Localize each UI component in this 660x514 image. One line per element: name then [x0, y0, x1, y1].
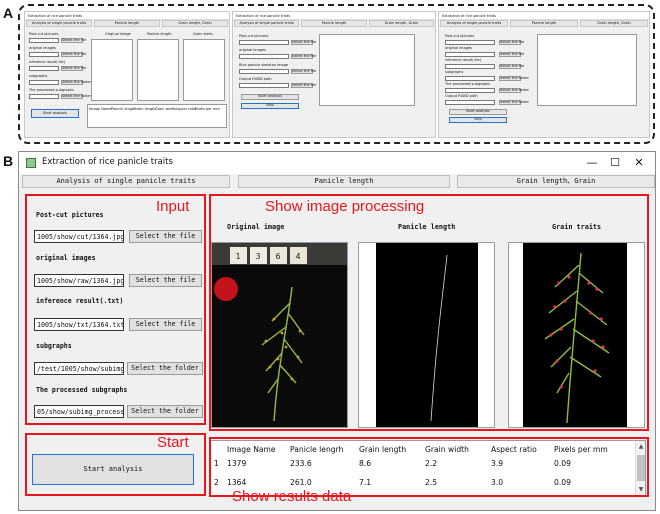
mini-select-button[interactable]: Select the folder	[61, 94, 91, 99]
mini-select-button[interactable]: Select the folder	[499, 88, 529, 93]
mini-title: Extraction of rice panicle traits	[25, 12, 229, 20]
mini-col: Aspect ratio	[175, 107, 197, 111]
mini-label: inference result(.txt)	[29, 60, 66, 64]
mini-select-button[interactable]: Select the file	[291, 83, 316, 88]
start-annotation: Start	[157, 434, 189, 451]
input-highlight-box	[25, 194, 206, 425]
mini-image-title: Panicle length	[147, 32, 172, 36]
mini-select-button[interactable]: Select the folder	[61, 80, 91, 85]
tab-single-panicle[interactable]: Analysis of single panicle traits	[22, 175, 230, 188]
mini-select-button[interactable]: Select the file	[499, 64, 524, 69]
mini-image-box	[183, 39, 225, 101]
mini-skip-button[interactable]: Skip	[241, 103, 299, 109]
mini-image-box	[137, 39, 179, 101]
window-title: Extraction of rice panicle traits	[42, 157, 173, 167]
mini-image-title: Original image	[105, 32, 131, 36]
mini-label: Output RGBD path	[445, 94, 478, 98]
mini-label: Post-cut pictures	[239, 34, 269, 38]
mini-select-button[interactable]: Select the file	[61, 52, 86, 57]
mini-label: Post-cut pictures	[445, 34, 475, 38]
mini-title: Extraction of rice panicle traits	[439, 12, 649, 20]
close-button[interactable]: ✕	[626, 155, 652, 171]
mini-label: The processed subgraphs	[445, 82, 490, 86]
mini-label: Post-cut pictures	[29, 32, 59, 36]
mini-window-3: Extraction of rice panicle traits Analys…	[438, 11, 650, 138]
mini-start-button[interactable]: Start analysis	[31, 109, 79, 118]
mini-input[interactable]	[29, 38, 59, 43]
mini-input[interactable]	[29, 66, 59, 71]
panel-a-letter: A	[3, 5, 14, 21]
mini-input[interactable]	[445, 52, 495, 57]
mini-tab[interactable]: Panicle length	[94, 20, 160, 27]
panel-b-letter: B	[3, 153, 14, 169]
mini-input[interactable]	[29, 94, 59, 99]
mini-tab[interactable]: Analysis of single panicle traits	[234, 20, 300, 27]
mini-input[interactable]	[239, 83, 289, 88]
mini-start-button[interactable]: Start analysis	[241, 94, 299, 100]
mini-input[interactable]	[239, 54, 289, 59]
mini-input[interactable]	[445, 100, 495, 105]
mini-image-box	[319, 34, 415, 106]
mini-label: inference result(.txt)	[445, 58, 482, 62]
mini-label: Rice panicle skeleton image	[239, 63, 289, 67]
mini-select-button[interactable]: Select the file	[291, 69, 316, 74]
mini-input[interactable]	[239, 40, 289, 45]
mini-input[interactable]	[445, 64, 495, 69]
mini-col: Image Name	[89, 107, 112, 111]
mini-col: Panicle length	[111, 107, 136, 111]
mini-label: original images	[29, 46, 56, 50]
results-annotation: Show results data	[232, 488, 352, 505]
mini-tabs: Analysis of single panicle traits Panicl…	[233, 20, 435, 27]
mini-tab[interactable]: Analysis of single panicle traits	[440, 20, 508, 27]
mini-skip-button[interactable]: Skip	[449, 117, 507, 123]
mini-input[interactable]	[445, 76, 495, 81]
mini-label: original images	[239, 48, 266, 52]
mini-col: Grain length	[134, 107, 156, 111]
app-icon	[26, 158, 36, 168]
mini-label: subgraphs	[29, 74, 48, 78]
processing-highlight-box	[209, 194, 649, 431]
mini-tabs: Analysis of single panicle traits Panicl…	[25, 20, 229, 27]
mini-tab[interactable]: Analysis of single panicle traits	[26, 20, 92, 27]
mini-select-button[interactable]: Select the file	[499, 52, 524, 57]
tab-panicle-length[interactable]: Panicle length	[238, 175, 450, 188]
mini-select-button[interactable]: Select the file	[291, 40, 316, 45]
mini-col: Grain width	[155, 107, 176, 111]
processing-annotation: Show image processing	[265, 198, 425, 215]
mini-input[interactable]	[445, 88, 495, 93]
mini-tab[interactable]: Panicle length	[301, 20, 367, 27]
mini-col: Pixels per mm	[195, 107, 220, 111]
mini-label: original images	[445, 46, 472, 50]
mini-input[interactable]	[239, 69, 289, 74]
mini-select-button[interactable]: Select the file	[291, 54, 316, 59]
mini-input[interactable]	[29, 52, 59, 57]
mini-select-button[interactable]: Select the file	[499, 40, 524, 45]
mini-tab[interactable]: Grain length, Grain	[162, 20, 228, 27]
mini-tab[interactable]: Panicle length	[510, 20, 578, 27]
title-bar: Extraction of rice panicle traits — ☐ ✕	[19, 152, 655, 174]
maximize-button[interactable]: ☐	[602, 155, 628, 171]
mini-image-box	[91, 39, 133, 101]
input-annotation: Input	[156, 198, 190, 215]
mini-label: The processed subgraphs	[29, 88, 74, 92]
mini-label: Output RGBD path	[239, 77, 272, 81]
mini-tab[interactable]: Grain length, Grain	[580, 20, 648, 27]
mini-tab[interactable]: Grain length, Grain	[368, 20, 434, 27]
mini-title: Extraction of rice panicle traits	[233, 12, 435, 20]
mini-tabs: Analysis of single panicle traits Panicl…	[439, 20, 649, 27]
mini-start-button[interactable]: Start analysis	[449, 109, 507, 115]
mini-input[interactable]	[29, 80, 59, 85]
mini-input[interactable]	[445, 40, 495, 45]
mini-select-button[interactable]: Select the folder	[499, 100, 529, 105]
mini-select-button[interactable]: Select the file	[61, 38, 86, 43]
mini-window-1: Extraction of rice panicle traits Analys…	[24, 11, 230, 138]
tab-grain-length[interactable]: Grain length、Grain	[457, 175, 655, 188]
mini-window-2: Extraction of rice panicle traits Analys…	[232, 11, 436, 138]
mini-image-title: Grain traits	[193, 32, 213, 36]
mini-select-button[interactable]: Select the folder	[499, 76, 529, 81]
mini-label: subgraphs	[445, 70, 464, 74]
mini-select-button[interactable]: Select the file	[61, 66, 86, 71]
mini-image-box	[537, 34, 637, 106]
